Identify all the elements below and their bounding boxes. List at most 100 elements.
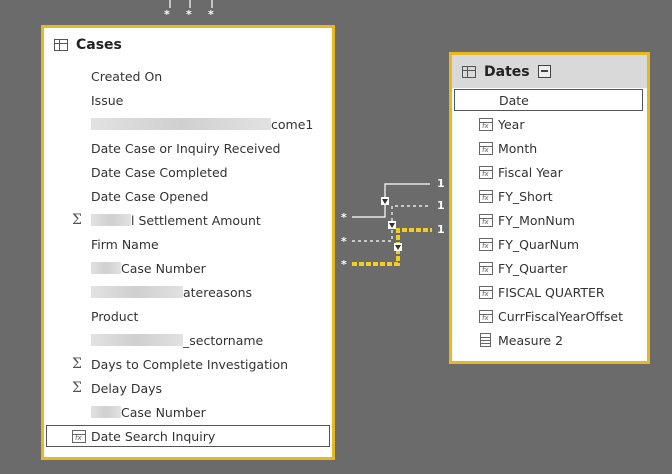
- cardinality-many-2: *: [341, 235, 347, 248]
- field-label: Days to Complete Investigation: [91, 356, 289, 372]
- field-label: Measure 2: [498, 332, 564, 348]
- cases-field[interactable]: Case Number: [44, 257, 332, 279]
- field-label: Date Case Opened: [91, 188, 209, 204]
- relationship-line-solid[interactable]: [352, 183, 430, 218]
- field-label-wrap: Date Case Completed: [91, 165, 228, 180]
- field-label: atereasons: [183, 284, 253, 300]
- field-label: Case Number: [121, 404, 206, 420]
- field-label-wrap: Measure 2: [498, 333, 563, 348]
- dates-field[interactable]: FISCAL QUARTER: [452, 281, 647, 303]
- cases-field[interactable]: atereasons: [44, 281, 332, 303]
- redacted-text: [91, 406, 121, 418]
- field-label: FY_MonNum: [498, 212, 575, 228]
- cases-table-header[interactable]: Cases: [44, 28, 332, 62]
- calculated-column-icon: [479, 213, 493, 227]
- top-relationship-stubs: [169, 0, 213, 8]
- cardinality-many-top-3: *: [208, 8, 214, 21]
- field-label-wrap: CurrFiscalYearOffset: [498, 309, 623, 324]
- cases-field[interactable]: Case Number: [44, 401, 332, 423]
- field-label: Fiscal Year: [498, 164, 563, 180]
- field-label-wrap: Case Number: [91, 261, 206, 276]
- cases-field[interactable]: Product: [44, 305, 332, 327]
- field-label-wrap: _sectorname: [91, 333, 263, 348]
- cases-field[interactable]: Date Search Inquiry: [46, 425, 330, 447]
- calculated-column-icon: [479, 237, 493, 251]
- cases-field[interactable]: Σ Delay Days: [44, 377, 332, 399]
- field-label: Issue: [91, 92, 124, 108]
- field-label-wrap: FY_MonNum: [498, 213, 575, 228]
- field-label-wrap: Fiscal Year: [498, 165, 563, 180]
- field-label-wrap: Product: [91, 309, 138, 324]
- calculator-icon: [480, 333, 491, 347]
- field-label: come1: [271, 116, 314, 132]
- calculated-column-icon: [479, 309, 493, 323]
- dates-field[interactable]: Year: [452, 113, 647, 135]
- dates-field[interactable]: FY_QuarNum: [452, 233, 647, 255]
- cardinality-one-3: 1: [437, 223, 445, 236]
- cases-field[interactable]: Date Case or Inquiry Received: [44, 137, 332, 159]
- dates-field[interactable]: Measure 2: [452, 329, 647, 351]
- calculated-column-icon: [479, 165, 493, 179]
- field-label-wrap: atereasons: [91, 285, 252, 300]
- field-label: Month: [498, 140, 538, 156]
- cases-field[interactable]: _sectorname: [44, 329, 332, 351]
- field-label-wrap: Year: [498, 117, 524, 132]
- cases-field[interactable]: Firm Name: [44, 233, 332, 255]
- cases-field[interactable]: Date Case Completed: [44, 161, 332, 183]
- cardinality-many-1: *: [341, 211, 347, 224]
- dates-field[interactable]: Fiscal Year: [452, 161, 647, 183]
- cardinality-one-1: 1: [437, 177, 445, 190]
- cases-field[interactable]: Σ Days to Complete Investigation: [44, 353, 332, 375]
- cases-field[interactable]: Created On: [44, 65, 332, 87]
- collapse-icon[interactable]: [537, 65, 551, 78]
- field-label: Firm Name: [91, 236, 159, 252]
- field-label: Date Case Completed: [91, 164, 228, 180]
- sum-icon: Σ: [72, 380, 82, 396]
- dates-field[interactable]: Date: [454, 89, 643, 111]
- redacted-text: [91, 214, 131, 226]
- dates-field[interactable]: FY_Quarter: [452, 257, 647, 279]
- field-label-wrap: FY_QuarNum: [498, 237, 579, 252]
- field-label: FY_QuarNum: [498, 236, 580, 252]
- field-label: Case Number: [121, 260, 206, 276]
- field-label-wrap: FISCAL QUARTER: [498, 285, 605, 300]
- field-label: FY_Quarter: [498, 260, 568, 276]
- dates-table-header[interactable]: Dates: [452, 55, 647, 88]
- field-label: Date: [499, 92, 529, 108]
- cases-table-title: Cases: [76, 37, 122, 53]
- field-label: Created On: [91, 68, 163, 84]
- cases-field[interactable]: come1: [44, 113, 332, 135]
- redacted-text: [91, 118, 271, 130]
- field-label: l Settlement Amount: [131, 212, 261, 228]
- cases-table-card[interactable]: Cases Created On Issue come1 Date Case or I…: [41, 25, 335, 460]
- field-label: FY_Short: [498, 188, 553, 204]
- dates-field[interactable]: FY_MonNum: [452, 209, 647, 231]
- field-label-wrap: FY_Short: [498, 189, 553, 204]
- calculated-column-icon: [479, 285, 493, 299]
- field-label-wrap: Case Number: [91, 405, 206, 420]
- cases-field[interactable]: Issue: [44, 89, 332, 111]
- field-label-wrap: Delay Days: [91, 381, 162, 396]
- dates-field[interactable]: CurrFiscalYearOffset: [452, 305, 647, 327]
- cases-field[interactable]: Date Case Opened: [44, 185, 332, 207]
- dates-field[interactable]: Month: [452, 137, 647, 159]
- calculated-column-icon: [479, 141, 493, 155]
- field-label: FISCAL QUARTER: [498, 284, 605, 300]
- field-label: Year: [498, 116, 525, 132]
- cases-field[interactable]: Σl Settlement Amount: [44, 209, 332, 231]
- cardinality-many-top-1: *: [164, 8, 170, 21]
- field-label: Product: [91, 308, 139, 324]
- dates-field[interactable]: FY_Short: [452, 185, 647, 207]
- calculated-column-icon: [479, 117, 493, 131]
- table-icon: [54, 39, 68, 51]
- relationship-line-active[interactable]: [352, 228, 432, 266]
- dates-table-card[interactable]: Dates Date Year Month Fiscal Year FY_Short FY…: [449, 52, 650, 364]
- field-label-wrap: Created On: [91, 69, 162, 84]
- field-label: Date Search Inquiry: [91, 428, 216, 444]
- field-label-wrap: Date Case Opened: [91, 189, 208, 204]
- redacted-text: [91, 262, 121, 274]
- field-label: _sectorname: [183, 332, 264, 348]
- redacted-text: [91, 334, 183, 346]
- calculated-column-icon: [72, 429, 86, 443]
- redacted-text: [91, 286, 183, 298]
